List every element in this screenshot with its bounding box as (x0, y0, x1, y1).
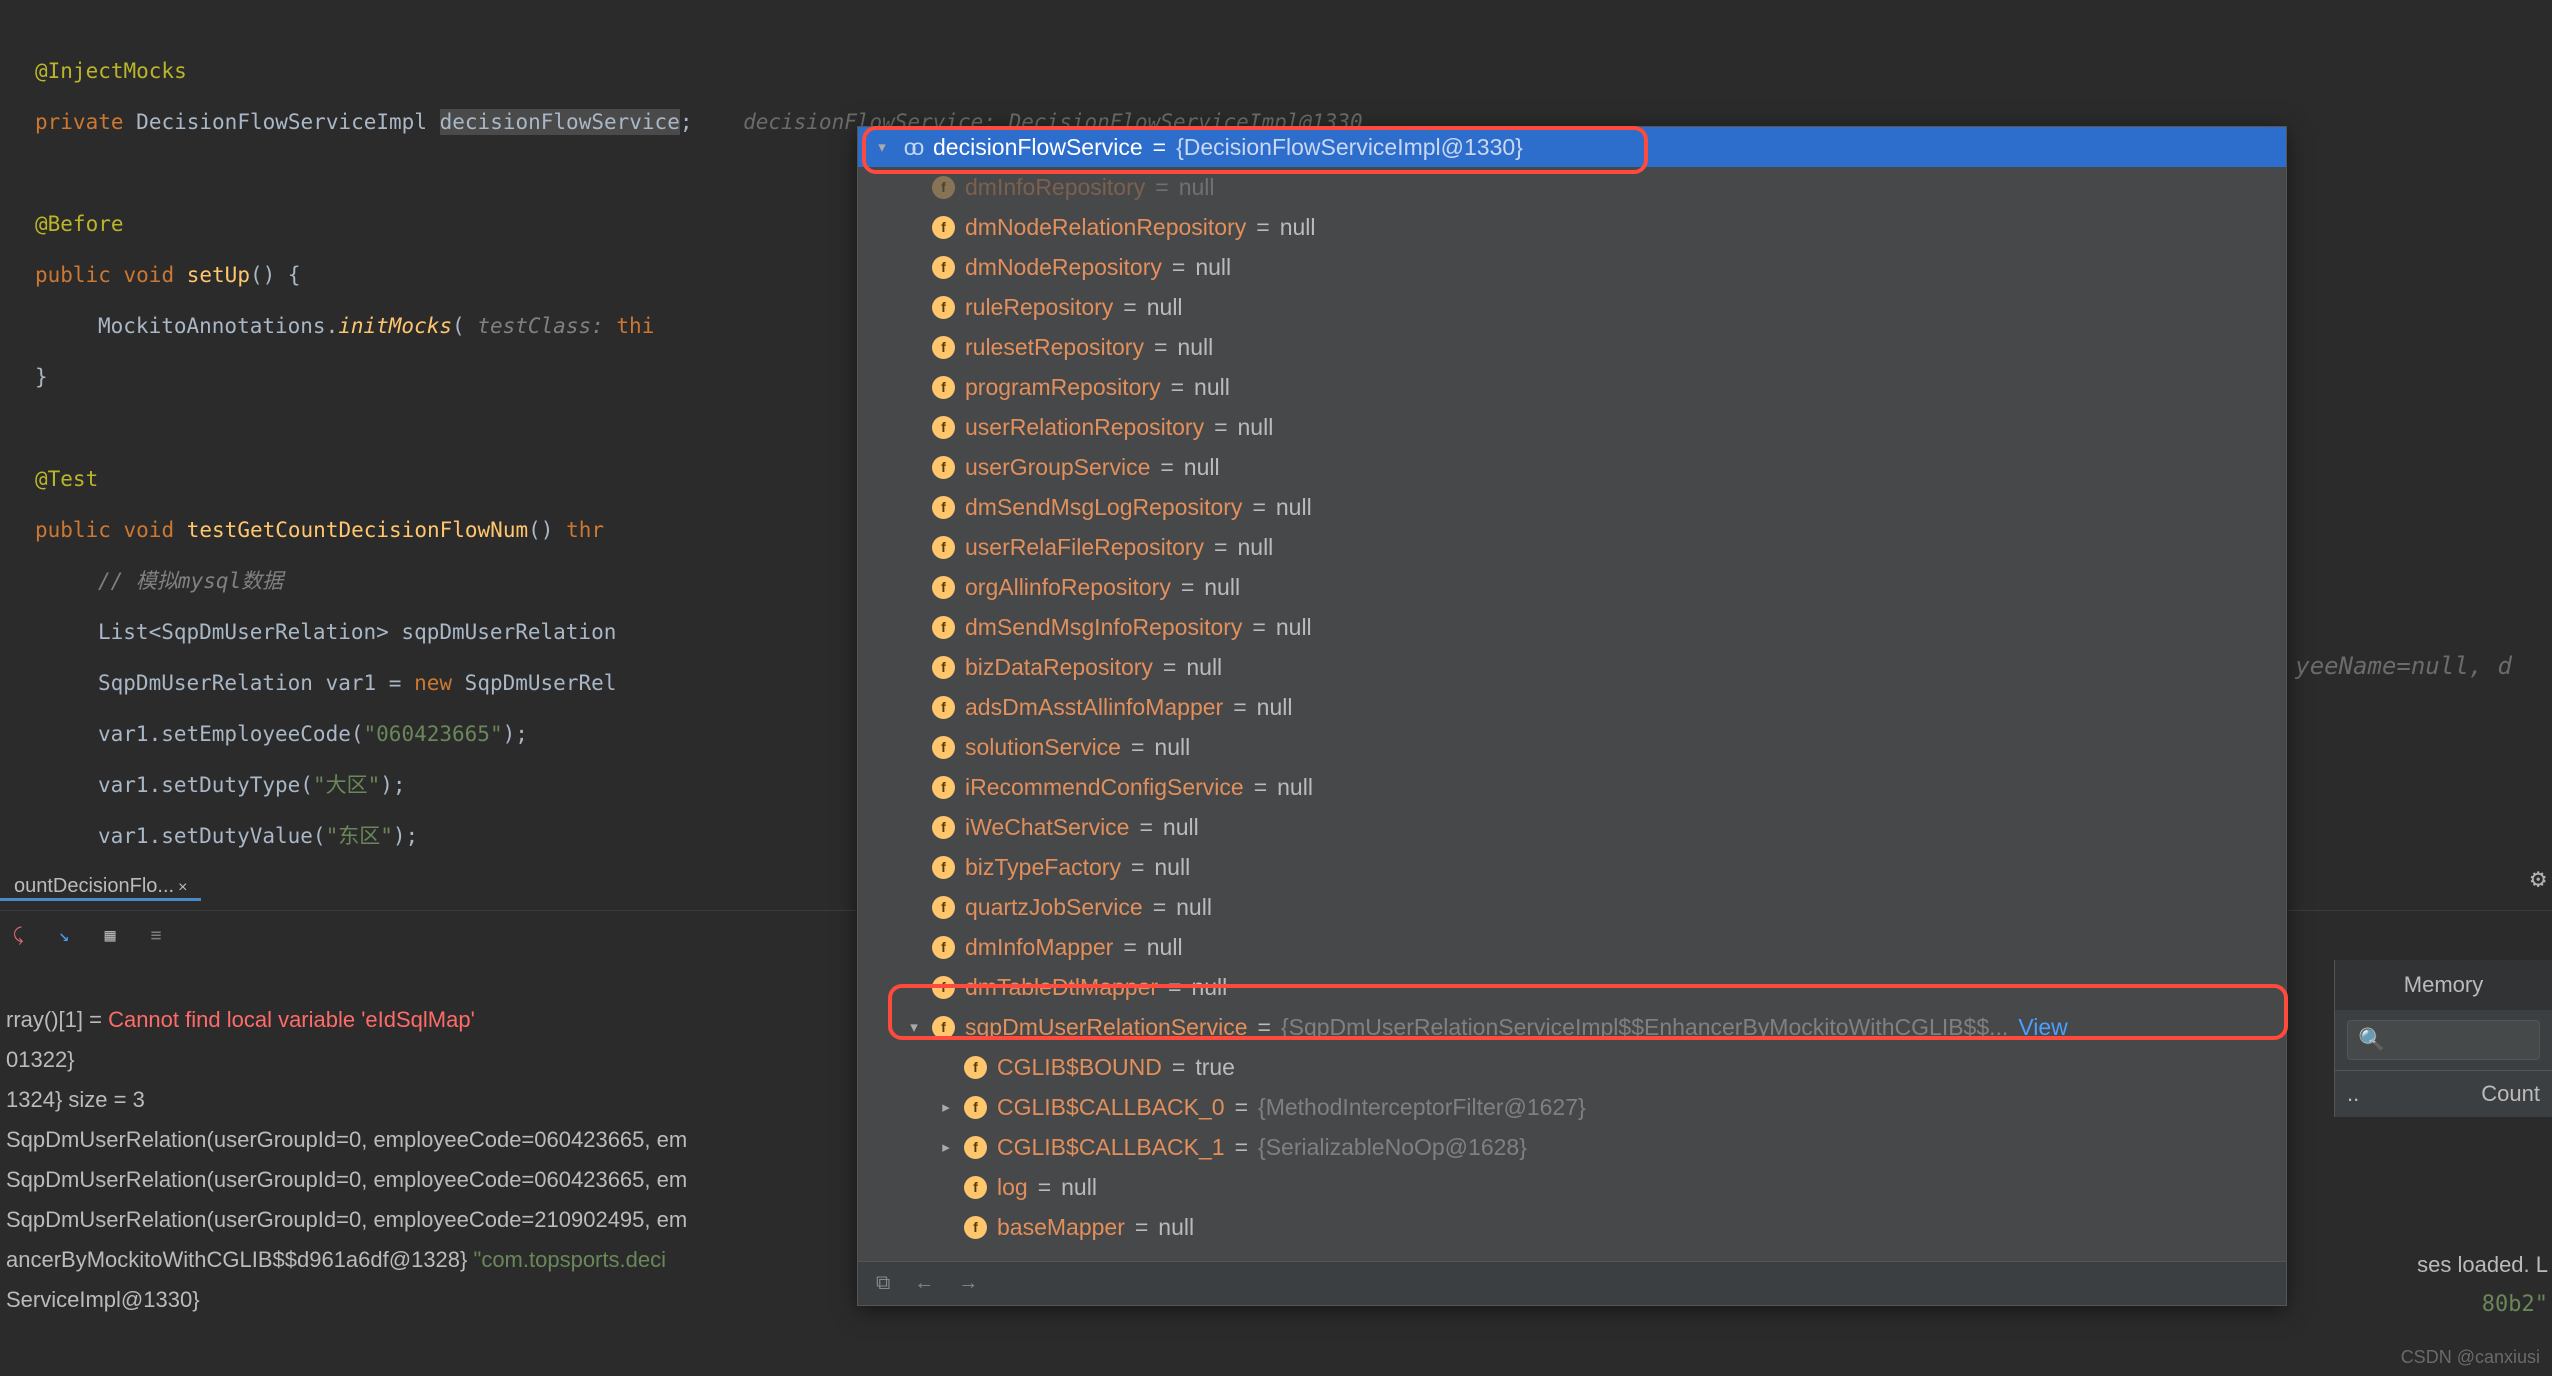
step-over-icon[interactable]: ⤹ (6, 923, 30, 947)
field-icon: f (932, 176, 955, 199)
settings-icon[interactable]: ≡ (144, 923, 168, 947)
right-truncated: ses loaded. L 80b2" (2417, 1245, 2552, 1325)
view-link[interactable]: View (2018, 1014, 2067, 1041)
popup-toolbar: ⧉ ← → (858, 1261, 2286, 1305)
popup-field-row[interactable]: fdmInfoRepository = null (858, 167, 2286, 207)
memory-row: .. Count (2335, 1070, 2552, 1117)
field-icon: f (932, 256, 955, 279)
field-icon: f (932, 656, 955, 679)
field-icon: f (932, 336, 955, 359)
memory-panel[interactable]: Memory 🔍 .. Count (2334, 960, 2552, 1117)
field-icon: f (932, 456, 955, 479)
selected-identifier: decisionFlowService (440, 109, 680, 135)
field-icon: f (932, 936, 955, 959)
popup-field-row[interactable]: frulesetRepository = null (858, 327, 2286, 367)
popup-child-row[interactable]: ▸fCGLIB$CALLBACK_0 = {MethodInterceptorF… (858, 1087, 2286, 1127)
line-inject-mocks: @InjectMocks (35, 46, 2517, 97)
chevron-right-icon[interactable]: ▸ (938, 1098, 954, 1116)
field-icon: f (932, 736, 955, 759)
debug-toolbar: ⤹ ↘ ▦ ≡ (0, 914, 168, 956)
popup-field-row[interactable]: fdmSendMsgInfoRepository = null (858, 607, 2286, 647)
popup-field-row[interactable]: fbizTypeFactory = null (858, 847, 2286, 887)
popup-field-row[interactable]: fdmNodeRelationRepository = null (858, 207, 2286, 247)
popup-field-row[interactable]: fdmTableDtlMapper = null (858, 967, 2286, 1007)
field-icon: f (932, 576, 955, 599)
popup-field-row[interactable]: fruleRepository = null (858, 287, 2286, 327)
popup-field-row[interactable]: fuserGroupService = null (858, 447, 2286, 487)
field-icon: f (932, 896, 955, 919)
popup-field-row[interactable]: fsolutionService = null (858, 727, 2286, 767)
popup-field-row[interactable]: fprogramRepository = null (858, 367, 2286, 407)
field-icon: f (932, 536, 955, 559)
field-icon: f (932, 296, 955, 319)
memory-search-input[interactable]: 🔍 (2347, 1020, 2540, 1060)
field-icon: f (932, 616, 955, 639)
popup-field-row[interactable]: fuserRelationRepository = null (858, 407, 2286, 447)
popup-field-row[interactable]: fadsDmAsstAllinfoMapper = null (858, 687, 2286, 727)
object-icon: oo (900, 136, 923, 159)
inline-hint-right: yeeName=null, d (2295, 652, 2512, 680)
chevron-down-icon[interactable]: ▾ (906, 1018, 922, 1036)
field-icon: f (932, 816, 955, 839)
search-icon: 🔍 (2358, 1027, 2385, 1053)
field-icon: f (932, 856, 955, 879)
chevron-right-icon[interactable]: ▸ (938, 1138, 954, 1156)
field-icon: f (932, 696, 955, 719)
field-icon: f (932, 416, 955, 439)
field-icon: f (964, 1136, 987, 1159)
popup-field-row[interactable]: fbizDataRepository = null (858, 647, 2286, 687)
chevron-down-icon[interactable]: ▾ (874, 138, 890, 156)
popup-field-row[interactable]: fdmInfoMapper = null (858, 927, 2286, 967)
field-icon: f (932, 376, 955, 399)
field-icon: f (932, 976, 955, 999)
field-icon: f (932, 1016, 955, 1039)
step-into-icon[interactable]: ↘ (52, 923, 76, 947)
grid-icon[interactable]: ▦ (98, 923, 122, 947)
back-arrow-icon[interactable]: ← (914, 1272, 934, 1295)
popup-field-row[interactable]: fquartzJobService = null (858, 887, 2286, 927)
popup-field-row[interactable]: fiWeChatService = null (858, 807, 2286, 847)
close-icon[interactable]: × (178, 879, 187, 896)
popup-sqp-row[interactable]: ▾ f sqpDmUserRelationService = {SqpDmUse… (858, 1007, 2286, 1047)
field-icon: f (932, 496, 955, 519)
popup-root-row[interactable]: ▾ oo decisionFlowService = {DecisionFlow… (858, 127, 2286, 167)
field-icon: f (932, 776, 955, 799)
forward-arrow-icon[interactable]: → (958, 1272, 978, 1295)
field-icon: f (964, 1216, 987, 1239)
variable-inspector-popup[interactable]: ▾ oo decisionFlowService = {DecisionFlow… (857, 126, 2287, 1306)
popup-field-row[interactable]: fuserRelaFileRepository = null (858, 527, 2286, 567)
debug-tab[interactable]: ountDecisionFlo...× (0, 875, 201, 901)
watermark: CSDN @canxiusi (2401, 1347, 2540, 1368)
field-icon: f (964, 1176, 987, 1199)
popup-child-row[interactable]: fbaseMapper = null (858, 1207, 2286, 1247)
popup-field-row[interactable]: fdmSendMsgLogRepository = null (858, 487, 2286, 527)
copy-icon[interactable]: ⧉ (876, 1272, 890, 1295)
popup-field-row[interactable]: fdmNodeRepository = null (858, 247, 2286, 287)
popup-field-row[interactable]: fiRecommendConfigService = null (858, 767, 2286, 807)
popup-child-row[interactable]: ▸fCGLIB$CALLBACK_1 = {SerializableNoOp@1… (858, 1127, 2286, 1167)
popup-child-row[interactable]: fCGLIB$BOUND = true (858, 1047, 2286, 1087)
field-icon: f (932, 216, 955, 239)
popup-child-row[interactable]: flog = null (858, 1167, 2286, 1207)
popup-field-row[interactable]: forgAllinfoRepository = null (858, 567, 2286, 607)
memory-tab[interactable]: Memory (2335, 960, 2552, 1010)
settings-gear-icon[interactable]: ⚙ (2530, 864, 2546, 894)
field-icon: f (964, 1096, 987, 1119)
field-icon: f (964, 1056, 987, 1079)
